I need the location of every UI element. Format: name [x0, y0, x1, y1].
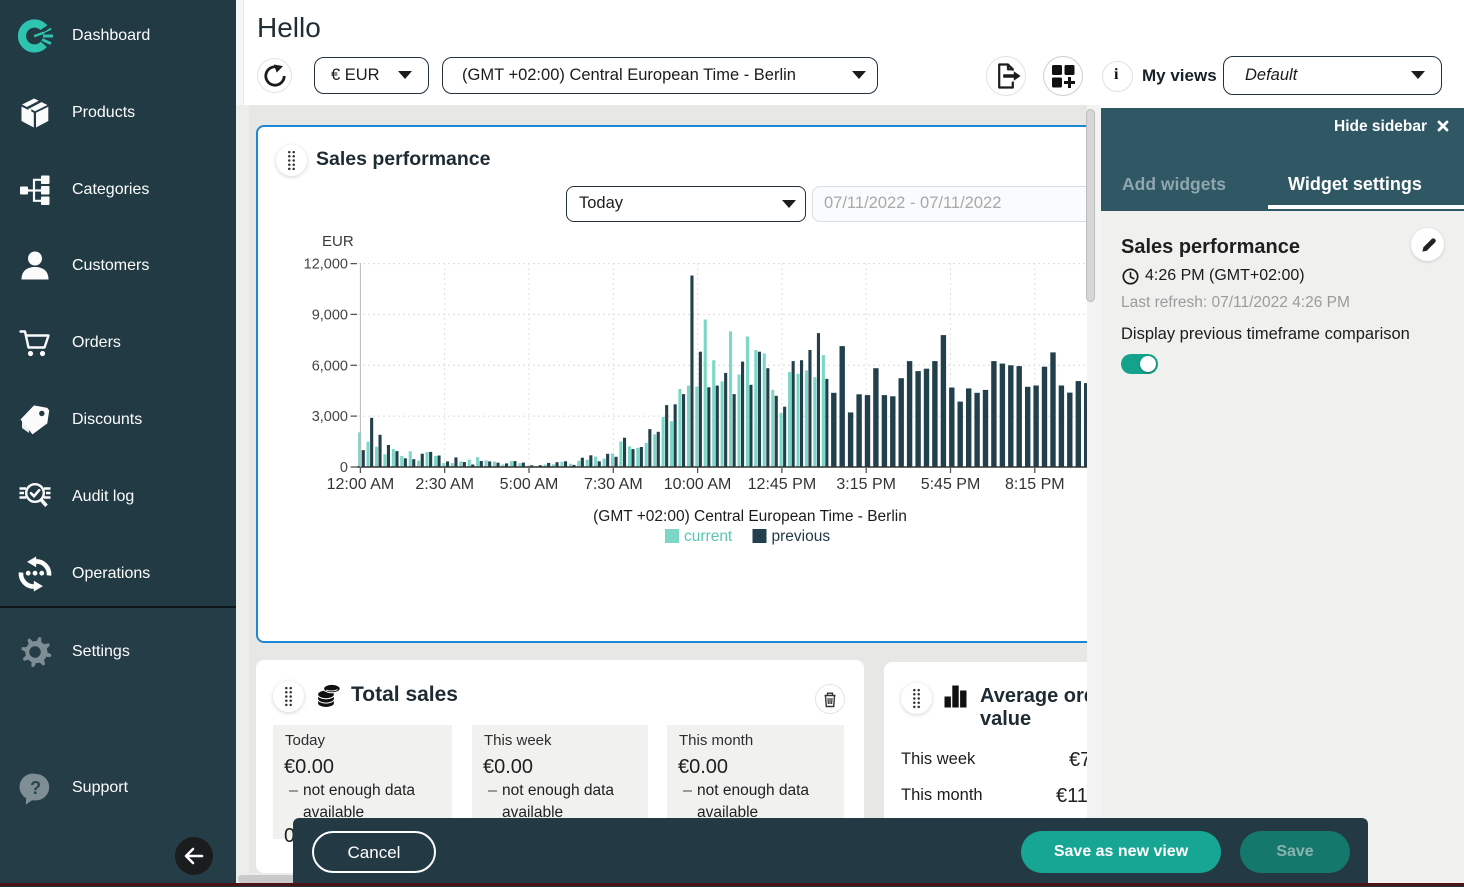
svg-text:6,000: 6,000 [312, 358, 348, 374]
svg-text:(GMT +02:00) Central European: (GMT +02:00) Central European Time - Ber… [593, 508, 907, 525]
svg-text:3:15 PM: 3:15 PM [836, 476, 896, 493]
svg-text:9,000: 9,000 [312, 307, 348, 323]
svg-text:?: ? [30, 778, 41, 798]
svg-text:10:00 AM: 10:00 AM [664, 476, 732, 493]
svg-text:8:15 PM: 8:15 PM [1005, 476, 1065, 493]
svg-text:0: 0 [340, 460, 348, 476]
svg-text:5:00 AM: 5:00 AM [500, 476, 559, 493]
svg-text:7:30 AM: 7:30 AM [584, 476, 643, 493]
svg-text:2:30 AM: 2:30 AM [415, 476, 474, 493]
svg-text:EUR: EUR [322, 233, 354, 250]
svg-text:3,000: 3,000 [312, 409, 348, 425]
svg-text:current: current [684, 528, 733, 545]
svg-text:previous: previous [772, 528, 831, 545]
svg-text:12,000: 12,000 [304, 257, 348, 273]
svg-text:12:45 PM: 12:45 PM [748, 476, 816, 493]
svg-text:12:00 AM: 12:00 AM [327, 476, 395, 493]
svg-text:5:45 PM: 5:45 PM [921, 476, 981, 493]
